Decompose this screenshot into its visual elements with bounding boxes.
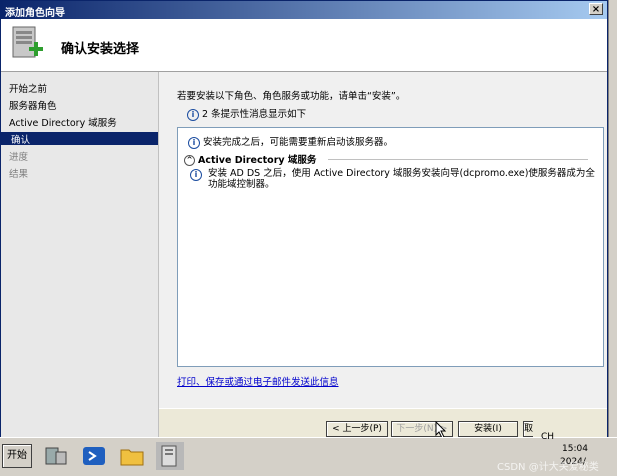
wizard-steps-sidebar: 开始之前 服务器角色 Active Directory 域服务 确认 进度 结果 xyxy=(1,72,159,438)
sidebar-item-before-you-begin[interactable]: 开始之前 xyxy=(9,81,47,95)
info-count: i2 条提示性消息显示如下 xyxy=(187,106,306,121)
title-bar[interactable]: 添加角色向导 × xyxy=(1,1,607,19)
wizard-footer: < 上一步(P) 下一步(N) > 安装(I) 取消 xyxy=(159,408,607,448)
language-indicator[interactable]: CH xyxy=(541,432,554,442)
wizard-header: 确认安装选择 xyxy=(1,19,607,72)
intro-text: 若要安装以下角色、角色服务或功能，请单击“安装”。 xyxy=(177,91,406,102)
confirmation-list: i 安装完成之后，可能需要重新启动该服务器。 ^ Active Directory … xyxy=(177,127,604,367)
info-icon: i xyxy=(188,136,200,149)
previous-button[interactable]: < 上一步(P) xyxy=(326,421,388,437)
vertical-scrollbar[interactable] xyxy=(608,0,617,437)
server-manager-icon[interactable] xyxy=(42,442,70,470)
restart-notice-text: 安装完成之后，可能需要重新启动该服务器。 xyxy=(203,137,394,148)
server-add-icon xyxy=(12,26,43,58)
watermark: CSDN @计大关爱秘类 xyxy=(497,462,599,473)
page-title: 确认安装选择 xyxy=(61,42,140,57)
section-divider xyxy=(328,159,588,160)
section-header-ad-ds[interactable]: ^ Active Directory 域服务 xyxy=(184,152,316,166)
main-content: 若要安装以下角色、角色服务或功能，请单击“安装”。 i2 条提示性消息显示如下 … xyxy=(159,72,607,408)
section-title: Active Directory 域服务 xyxy=(198,155,317,166)
ad-ds-detail: i 安装 AD DS 之后，使用 Active Directory 域服务安装向导… xyxy=(190,168,598,190)
info-count-text: 2 条提示性消息显示如下 xyxy=(202,109,307,120)
restart-notice: i 安装完成之后，可能需要重新启动该服务器。 xyxy=(188,134,393,149)
print-save-email-link[interactable]: 打印、保存或通过电子邮件发送此信息 xyxy=(177,374,339,388)
close-button[interactable]: × xyxy=(589,3,603,15)
collapse-icon[interactable]: ^ xyxy=(184,155,195,166)
powershell-icon[interactable] xyxy=(80,442,108,470)
ad-ds-detail-text: 安装 AD DS 之后，使用 Active Directory 域服务安装向导(… xyxy=(208,168,595,190)
sidebar-item-server-roles[interactable]: 服务器角色 xyxy=(9,98,57,112)
install-button[interactable]: 安装(I) xyxy=(458,421,518,437)
window-title: 添加角色向导 xyxy=(5,8,65,19)
sidebar-item-progress: 进度 xyxy=(9,152,29,163)
sidebar-item-results: 结果 xyxy=(9,169,29,180)
add-roles-wizard-task-icon[interactable] xyxy=(156,442,184,470)
sidebar-item-ad-ds[interactable]: Active Directory 域服务 xyxy=(9,115,117,129)
clock-time[interactable]: 15:04 xyxy=(562,444,588,454)
start-button[interactable]: 开始 xyxy=(2,444,32,468)
sidebar-item-confirmation[interactable]: 确认 xyxy=(1,132,158,146)
info-icon: i xyxy=(187,108,199,121)
wizard-window: 添加角色向导 × 确认安装选择 开始之前 服务器角色 Active Direct… xyxy=(0,0,608,448)
cancel-button[interactable]: 取消 xyxy=(523,421,533,448)
info-icon: i xyxy=(190,169,202,181)
folder-icon[interactable] xyxy=(118,442,146,470)
